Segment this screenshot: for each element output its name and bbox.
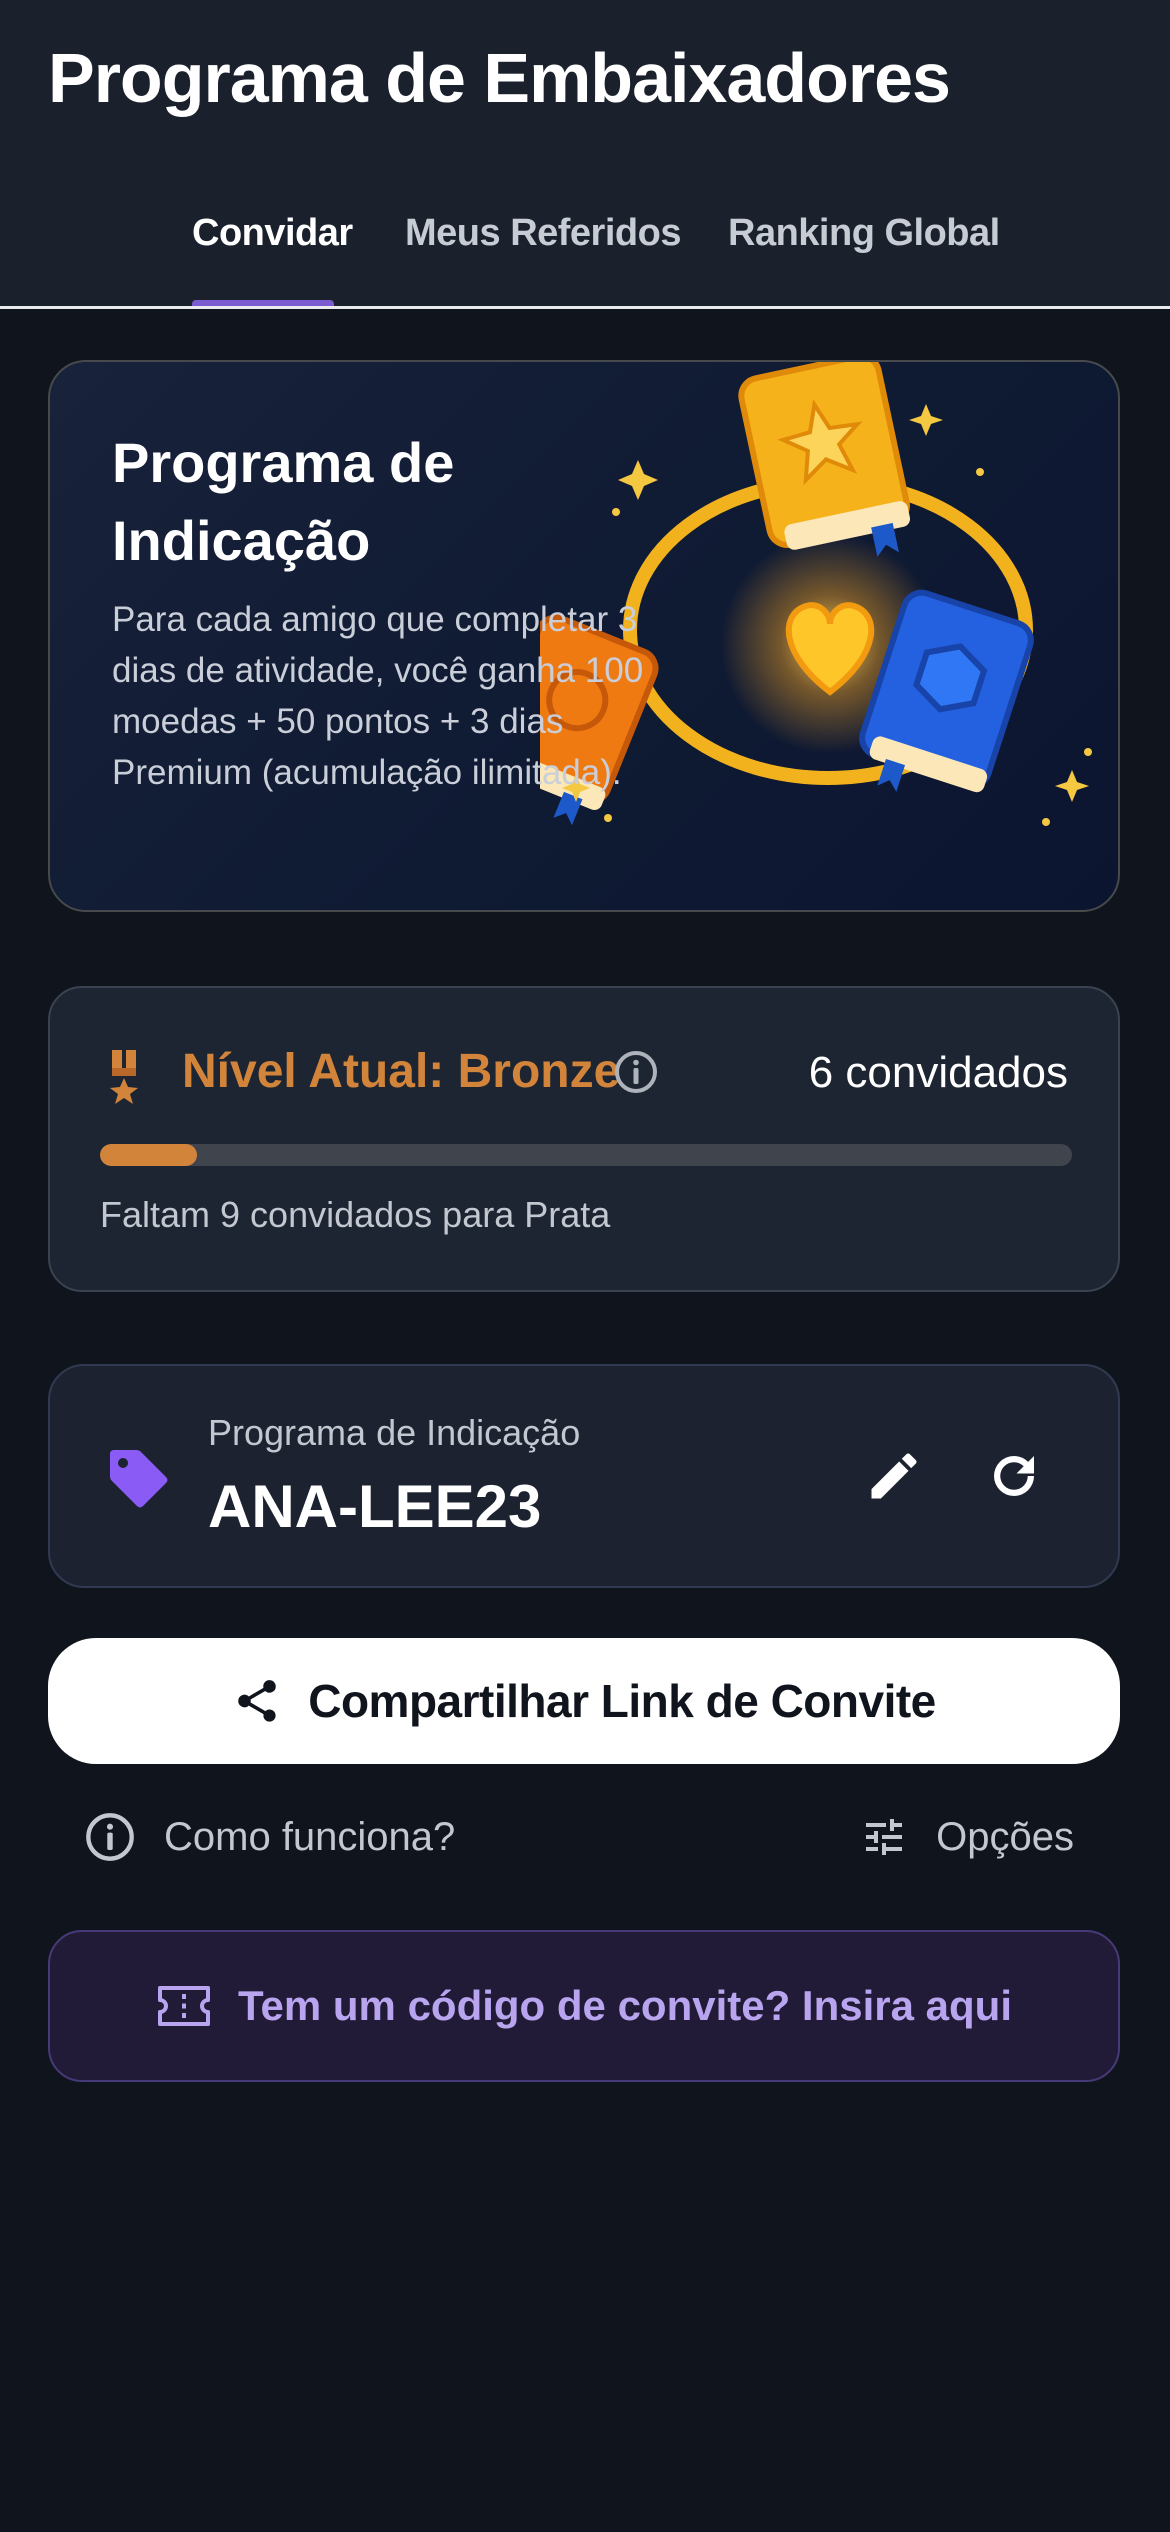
invited-count: 6 convidados (808, 1048, 1068, 1097)
medal-icon (110, 1050, 138, 1104)
tab-bar: Convidar Meus Referidos Ranking Global (0, 200, 1170, 308)
tab-ranking-global[interactable]: Ranking Global (728, 212, 1000, 255)
share-button-label: Compartilhar Link de Convite (308, 1675, 936, 1727)
enter-invite-code-button[interactable]: Tem um código de convite? Insira aqui (48, 1930, 1120, 2082)
header-divider (0, 306, 1170, 309)
refresh-code-button[interactable] (976, 1438, 1052, 1514)
pencil-icon (871, 1453, 917, 1499)
referral-code-label: Programa de Indicação (208, 1412, 581, 1453)
info-icon[interactable] (612, 1048, 660, 1096)
page-title: Programa de Embaixadores (48, 39, 951, 117)
enter-invite-code-label: Tem um código de convite? Insira aqui (237, 1982, 1012, 2029)
hero-description: Para cada amigo que completar 3 dias de … (112, 600, 644, 792)
refresh-icon (994, 1456, 1034, 1496)
tab-convidar[interactable]: Convidar (192, 212, 353, 255)
hero-title: Programa de Indicação (112, 424, 454, 580)
app-header: Programa de Embaixadores Convidar Meus R… (0, 0, 1170, 308)
options-link[interactable]: Opções (860, 1806, 1074, 1868)
share-invite-link-button[interactable]: Compartilhar Link de Convite (48, 1638, 1120, 1764)
edit-code-button[interactable] (856, 1438, 932, 1514)
ticket-icon (157, 1986, 210, 2026)
next-level-text: Faltam 9 convidados para Prata (100, 1194, 611, 1235)
how-it-works-label: Como funciona? (164, 1814, 456, 1859)
hero-title-line-1: Programa de (112, 431, 455, 494)
referral-code-value: ANA-LEE23 (208, 1473, 542, 1540)
level-progress-bar (100, 1144, 1072, 1166)
info-icon (86, 1813, 134, 1861)
referral-code-card: Programa de Indicação ANA-LEE23 (48, 1364, 1120, 1588)
share-icon (238, 1680, 276, 1722)
sliders-icon (866, 1819, 903, 1855)
level-title: Nível Atual: Bronze (182, 1045, 621, 1098)
how-it-works-link[interactable]: Como funciona? (84, 1806, 455, 1868)
options-label: Opções (936, 1814, 1074, 1859)
tag-icon (110, 1450, 168, 1508)
level-progress-fill (100, 1144, 198, 1166)
level-card: Nível Atual: Bronze 6 convidados Faltam … (48, 986, 1120, 1292)
referral-hero-card: Programa de Indicação Para cada amigo qu… (48, 360, 1120, 912)
hero-title-line-2: Indicação (112, 509, 371, 572)
tab-meus-referidos[interactable]: Meus Referidos (405, 212, 681, 255)
